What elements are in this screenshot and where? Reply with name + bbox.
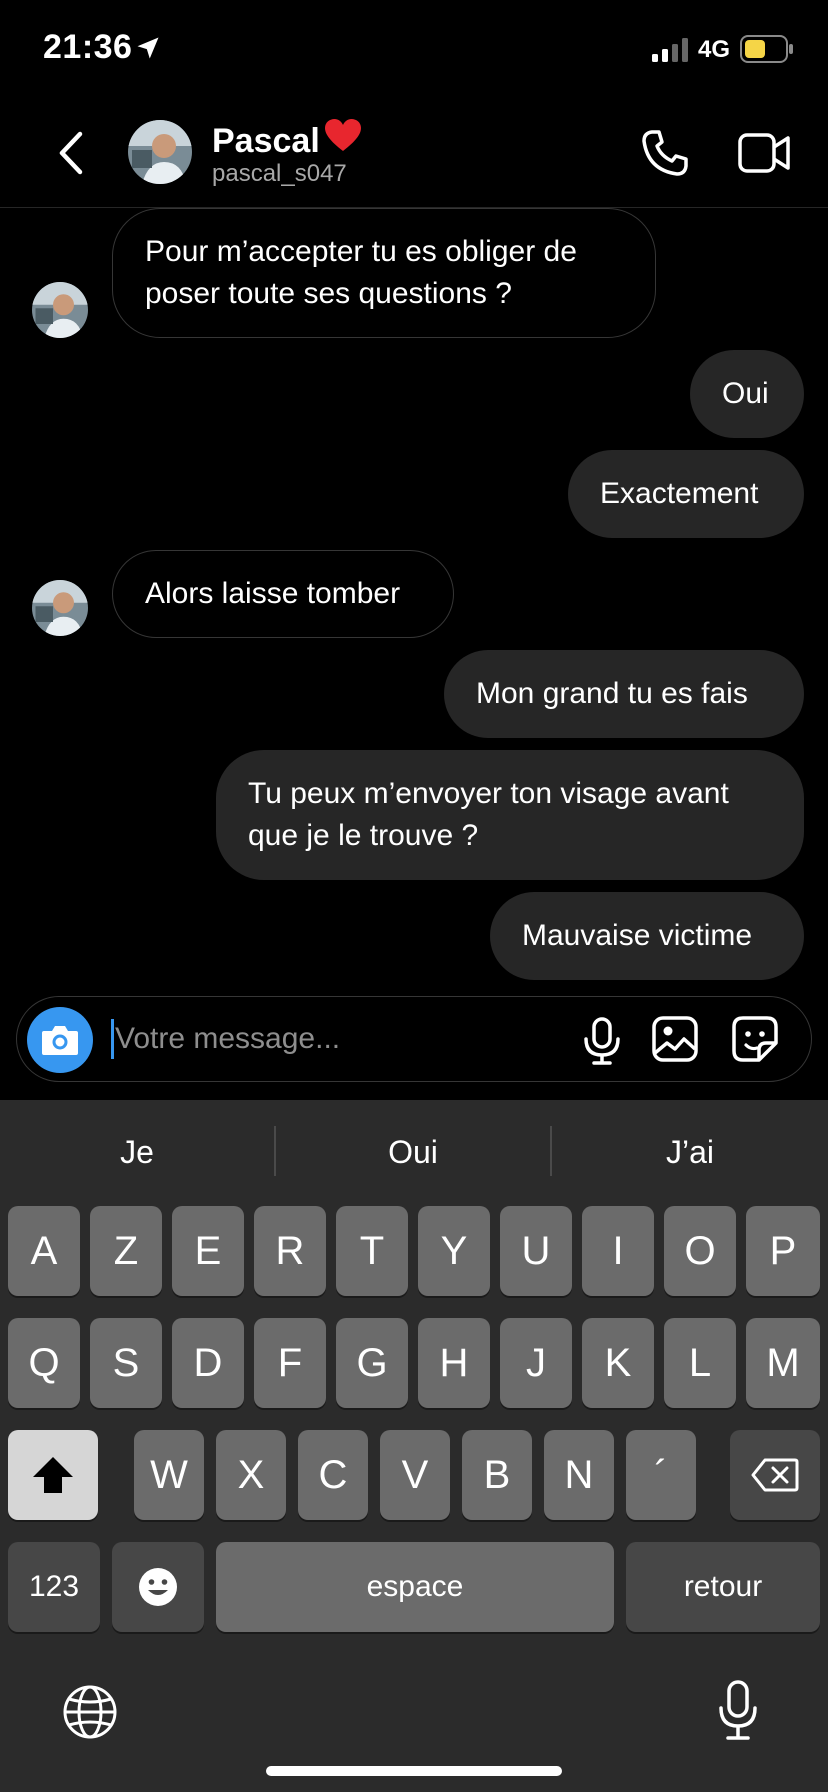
key-accent[interactable]: ´ xyxy=(626,1430,696,1520)
camera-button[interactable] xyxy=(27,1007,93,1073)
message-line: poser toute ses questions ? xyxy=(145,277,512,310)
message-text: Mon grand tu es fais xyxy=(476,677,748,710)
contact-handle: pascal_s047 xyxy=(212,160,347,187)
key-d[interactable]: D xyxy=(172,1318,244,1408)
key-z[interactable]: Z xyxy=(90,1206,162,1296)
phone-icon[interactable] xyxy=(640,128,690,178)
key-r[interactable]: R xyxy=(254,1206,326,1296)
return-key[interactable]: retour xyxy=(626,1542,820,1632)
key-j[interactable]: J xyxy=(500,1318,572,1408)
video-camera-icon[interactable] xyxy=(738,130,790,176)
shift-arrow-icon xyxy=(33,1457,73,1493)
signal-bars-icon xyxy=(652,38,688,62)
key-k[interactable]: K xyxy=(582,1318,654,1408)
sender-avatar[interactable] xyxy=(32,282,88,338)
key-e[interactable]: E xyxy=(172,1206,244,1296)
suggestion-2[interactable]: Oui xyxy=(276,1100,550,1204)
key-h[interactable]: H xyxy=(418,1318,490,1408)
suggestion-3[interactable]: J’ai xyxy=(552,1100,828,1204)
microphone-icon[interactable] xyxy=(579,1017,625,1065)
message-line: que je le trouve ? xyxy=(248,819,479,852)
key-v[interactable]: V xyxy=(380,1430,450,1520)
space-key[interactable]: espace xyxy=(216,1542,614,1632)
text-caret xyxy=(111,1019,114,1059)
status-time: 21:36 xyxy=(43,28,133,66)
suggestion-1[interactable]: Je xyxy=(0,1100,274,1204)
sender-avatar[interactable] xyxy=(32,580,88,636)
message-bubble-outgoing[interactable]: Exactement xyxy=(568,450,804,538)
key-i[interactable]: I xyxy=(582,1206,654,1296)
dictation-mic-icon[interactable] xyxy=(716,1680,760,1742)
backspace-icon xyxy=(751,1458,799,1492)
key-y[interactable]: Y xyxy=(418,1206,490,1296)
key-m[interactable]: M xyxy=(746,1318,820,1408)
message-bubble-incoming[interactable]: Pour m’accepter tu es obliger de poser t… xyxy=(112,208,656,338)
message-bubble-outgoing[interactable]: Mauvaise victime xyxy=(490,892,804,980)
chat-header: Pascal pascal_s047 xyxy=(0,100,828,208)
key-t[interactable]: T xyxy=(336,1206,408,1296)
key-a[interactable]: A xyxy=(8,1206,80,1296)
message-line: Pour m’accepter tu es obliger de xyxy=(145,235,577,268)
message-bubble-outgoing[interactable]: Mon grand tu es fais xyxy=(444,650,804,738)
message-text: Exactement xyxy=(600,477,759,510)
message-text: Mauvaise victime xyxy=(522,919,753,952)
key-p[interactable]: P xyxy=(746,1206,820,1296)
status-bar: 21:36 4G xyxy=(0,0,828,100)
globe-icon[interactable] xyxy=(62,1684,118,1740)
emoji-key[interactable] xyxy=(112,1542,204,1632)
key-u[interactable]: U xyxy=(500,1206,572,1296)
contact-name-text: Pascal xyxy=(212,122,320,160)
message-input[interactable] xyxy=(115,1015,575,1063)
home-indicator[interactable] xyxy=(266,1766,562,1776)
shift-key[interactable] xyxy=(8,1430,98,1520)
message-bubble-outgoing[interactable]: Tu peux m’envoyer ton visage avant que j… xyxy=(216,750,804,880)
sticker-icon[interactable] xyxy=(731,1015,779,1063)
emoji-smiley-icon xyxy=(139,1568,177,1606)
key-n[interactable]: N xyxy=(544,1430,614,1520)
contact-avatar[interactable] xyxy=(128,120,192,184)
heart-icon xyxy=(324,119,361,151)
delete-key[interactable] xyxy=(730,1430,820,1520)
message-bubble-incoming[interactable]: Alors laisse tomber xyxy=(112,550,454,638)
contact-name[interactable]: Pascal xyxy=(212,118,362,161)
key-s[interactable]: S xyxy=(90,1318,162,1408)
message-text: Pour m’accepter tu es obliger de poser t… xyxy=(145,231,577,315)
location-arrow-icon xyxy=(137,37,159,59)
key-o[interactable]: O xyxy=(664,1206,736,1296)
key-g[interactable]: G xyxy=(336,1318,408,1408)
heart-emoji xyxy=(324,118,362,161)
battery-icon xyxy=(740,35,793,63)
message-line: Tu peux m’envoyer ton visage avant xyxy=(248,777,729,810)
key-f[interactable]: F xyxy=(254,1318,326,1408)
gallery-icon[interactable] xyxy=(651,1015,699,1063)
key-c[interactable]: C xyxy=(298,1430,368,1520)
message-text: Tu peux m’envoyer ton visage avant que j… xyxy=(248,773,729,857)
key-q[interactable]: Q xyxy=(8,1318,80,1408)
message-bubble-outgoing[interactable]: Oui xyxy=(690,350,804,438)
message-text: Alors laisse tomber xyxy=(145,577,401,610)
network-type: 4G xyxy=(698,36,731,63)
key-l[interactable]: L xyxy=(664,1318,736,1408)
key-w[interactable]: W xyxy=(134,1430,204,1520)
keyboard: Je Oui J’ai A Z E R T Y U I O P Q S D F … xyxy=(0,1100,828,1792)
key-b[interactable]: B xyxy=(462,1430,532,1520)
key-x[interactable]: X xyxy=(216,1430,286,1520)
message-composer xyxy=(16,996,812,1082)
message-text: Oui xyxy=(722,377,769,410)
back-chevron-icon[interactable] xyxy=(52,128,92,178)
camera-icon xyxy=(42,1026,78,1055)
numbers-key[interactable]: 123 xyxy=(8,1542,100,1632)
